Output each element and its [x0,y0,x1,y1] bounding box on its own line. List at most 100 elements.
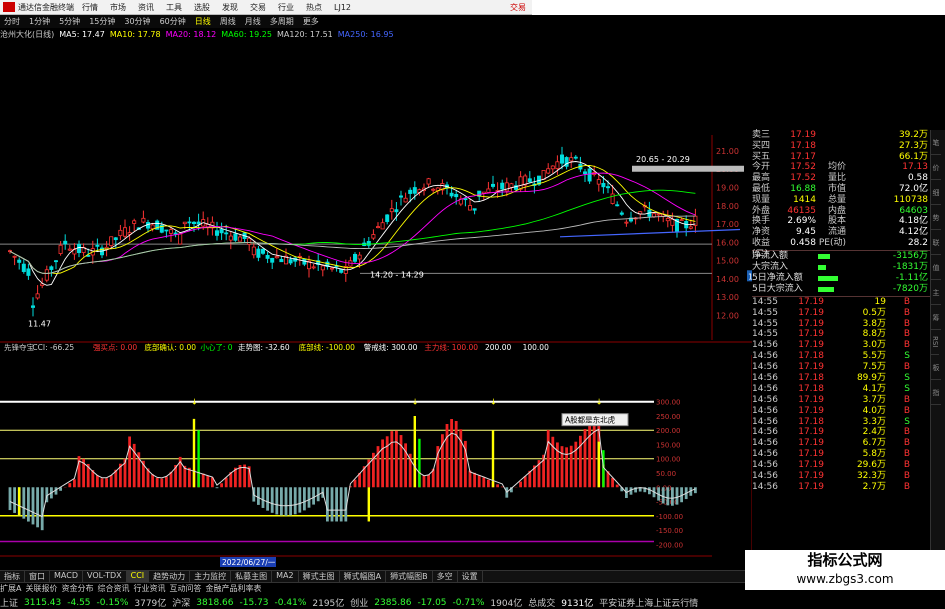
candle-body [398,195,403,198]
indicator-tab[interactable]: 主力监控 [190,571,232,582]
period-tab[interactable]: 周线 [216,16,240,27]
candle-body [113,237,118,241]
indicator-tab[interactable]: 私募主图 [231,571,273,582]
period-tab[interactable]: 月线 [241,16,265,27]
side-tab[interactable]: 联 [931,230,941,255]
tick-volume: 2.4万 [862,427,886,438]
indicator-tab[interactable]: MACD [50,571,83,582]
status-link[interactable]: 综合资讯 [97,583,129,594]
side-tab[interactable]: 板 [931,355,941,380]
period-tab[interactable]: 15分钟 [85,16,119,27]
period-tab[interactable]: 1分钟 [25,16,54,27]
candle-body [178,233,183,245]
quote-value: 17.52 [790,173,816,184]
ma-label: MA60: 19.25 [221,30,272,39]
quote-label: 换手 [752,216,771,227]
tick-time: 14:55 [752,318,778,329]
menu-item-trade[interactable]: 交易 [244,2,272,13]
menu-item-market[interactable]: 行情 [76,2,104,13]
kline-chart[interactable]: 21.0020.0019.0018.0017.0016.0015.0014.00… [0,40,752,570]
tick-time: 14:55 [752,307,778,318]
quote-label: 最低 [752,183,771,194]
tooltip-text: A股都是东北虎 [565,415,616,425]
menu-item-news[interactable]: 资讯 [132,2,160,13]
flow-bar [814,251,860,262]
indicator-tab[interactable]: 狮式幅图A [340,571,387,582]
period-tab[interactable]: 5分钟 [55,16,84,27]
menu-item-tools[interactable]: 工具 [160,2,188,13]
side-tab[interactable]: 主 [931,280,941,305]
tick-price: 17.19 [798,394,824,405]
candle-body [408,189,413,194]
period-tab[interactable]: 日线 [191,16,215,27]
indicator-legend-item: 走势图: -32.60 [238,342,290,352]
quote-value: 2.69% [787,216,816,227]
side-tab[interactable]: 细 [931,180,941,205]
candle-body [560,154,565,164]
menu-item-lj12[interactable]: LJ12 [328,3,357,12]
candle-body [173,232,178,235]
menu-item-picker[interactable]: 选股 [188,2,216,13]
side-tab[interactable]: 势 [931,205,941,230]
quote-row: 现量 1414 总量 110738 [752,195,930,206]
status-link[interactable]: 金融产品利率表 [205,583,261,594]
menu-item-discover[interactable]: 发现 [216,2,244,13]
candle-body [601,182,606,188]
index-pct: -0.71% [452,597,485,608]
price-tick-label: 18.00 [716,202,739,211]
quote-label: 卖三 [752,130,771,140]
tick-volume: 3.7万 [862,394,886,405]
indicator-tab[interactable]: 狮式幅图B [386,571,433,582]
candle-body [550,165,555,170]
candle-body [431,188,436,191]
indicator-tab[interactable]: 狮式主图 [299,571,340,582]
side-tab[interactable]: 笔 [931,130,941,155]
ma-label: MA20: 18.12 [165,30,217,39]
tick-row: 14:56 17.19 29.6万 B [752,460,930,471]
period-tab[interactable]: 多周期 [266,16,298,27]
index-name[interactable]: 上证 [0,596,18,609]
quote-value: 16.88 [790,183,816,194]
side-tab[interactable]: 指 [931,380,941,405]
tick-volume: 6.7万 [862,438,886,449]
menu-item-industry[interactable]: 行业 [272,2,300,13]
trade-link[interactable]: 交易 [510,2,532,13]
period-tab[interactable]: 30分钟 [120,16,154,27]
tick-list[interactable]: 14:55 17.19 19 B 14:55 17.19 0.5万 B 14:55 17.19 3.… [752,295,930,493]
tick-price: 17.18 [798,351,824,362]
candle-body [596,179,601,185]
side-tab[interactable]: 筹 [931,305,941,330]
indicator-tab[interactable]: CCI [126,571,150,582]
quote-label: 最高 [752,173,771,184]
tick-side: B [903,296,910,307]
candle-body [17,259,22,263]
quote-value-2: 64603 [899,205,928,216]
tick-time: 14:56 [752,427,778,438]
indicator-tab[interactable]: 指标 [0,571,25,582]
indicator-tab[interactable]: 设置 [458,571,483,582]
side-tab[interactable]: RSI [931,330,939,355]
indicator-tab[interactable]: VOL-TDX [83,571,127,582]
menu-item-hot[interactable]: 热点 [300,2,328,13]
index-name[interactable]: 创业 [350,596,368,609]
menu-item-markets[interactable]: 市场 [104,2,132,13]
candle-body [375,226,380,229]
status-link[interactable]: 互动问答 [169,583,201,594]
candle-body [77,244,82,253]
status-link[interactable]: 关联报价 [25,583,57,594]
indicator-tab[interactable]: MA2 [272,571,299,582]
indicator-tab[interactable]: 窗口 [25,571,50,582]
side-tab[interactable]: 值 [931,255,941,280]
indicator-tab[interactable]: 多空 [433,571,458,582]
status-link[interactable]: 行业资讯 [133,583,165,594]
tick-price: 17.19 [798,427,824,438]
period-tab[interactable]: 60分钟 [156,16,190,27]
indicator-tab[interactable]: 趋势动力 [149,571,191,582]
status-link[interactable]: 资金分布 [61,583,93,594]
tick-row: 14:56 17.19 7.5万 B [752,362,930,373]
index-name[interactable]: 沪深 [172,596,190,609]
period-tab[interactable]: 分时 [0,16,24,27]
side-tab[interactable]: 价 [931,155,941,180]
status-link[interactable]: 扩展A [0,583,21,594]
period-tab[interactable]: 更多 [299,16,323,27]
